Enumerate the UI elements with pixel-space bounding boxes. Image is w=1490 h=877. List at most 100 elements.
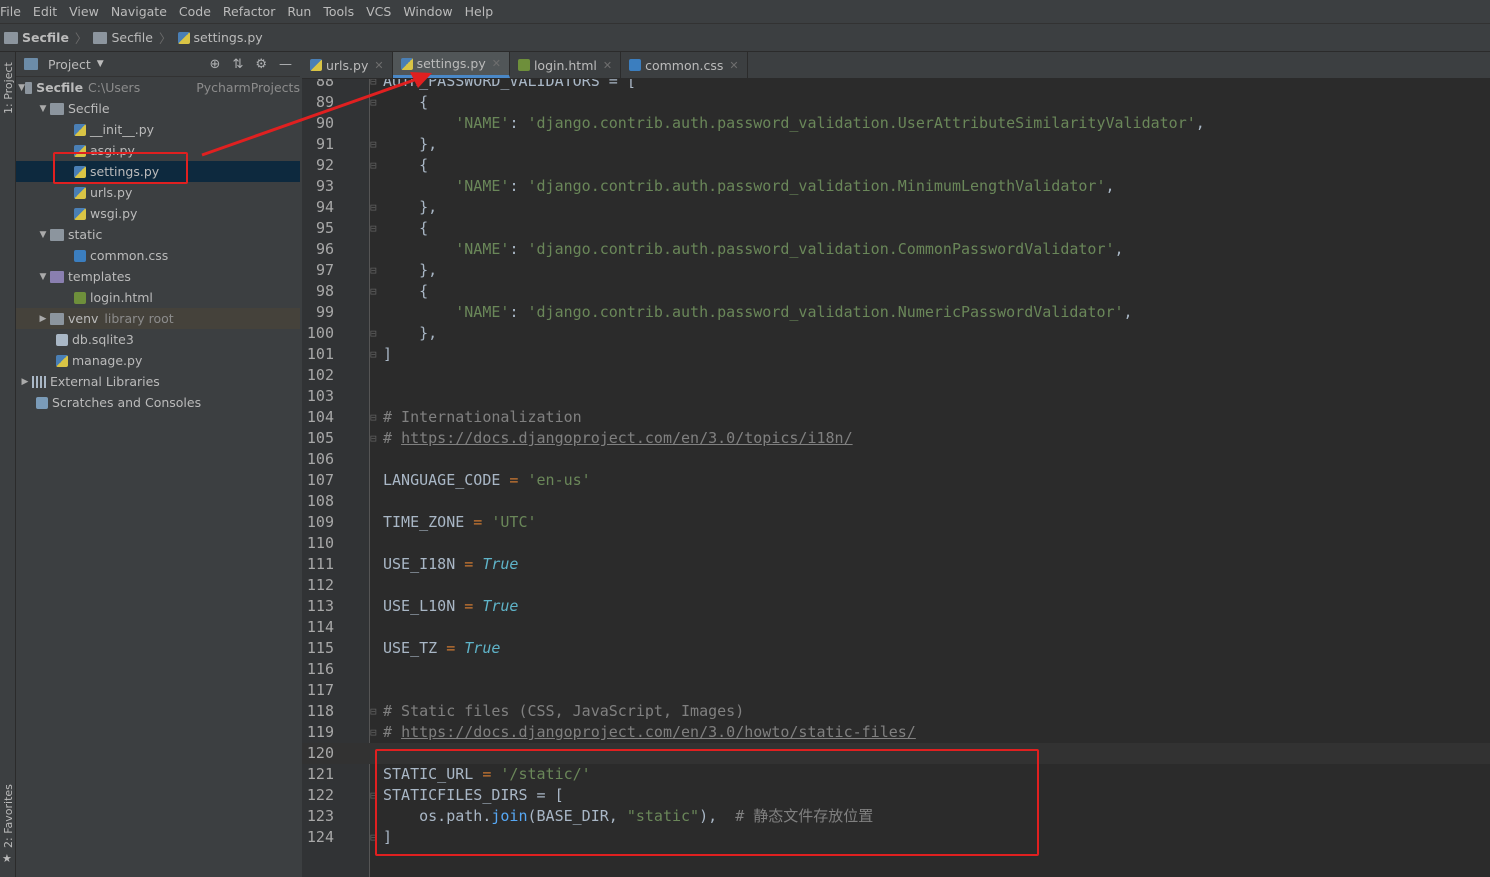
fold-marker-icon[interactable]: ⊟ <box>370 260 377 281</box>
code-line[interactable]: 119 ⊟ # https://docs.djangoproject.com/en/… <box>302 722 1490 743</box>
expand-arrow-icon[interactable]: ▼ <box>18 83 25 93</box>
fold-marker-icon[interactable]: ⊟ <box>370 344 377 365</box>
tab-common-css[interactable]: common.css ✕ <box>621 52 748 78</box>
code-line[interactable]: 100 ⊟ }, <box>302 323 1490 344</box>
tab-urls-py[interactable]: urls.py ✕ <box>302 52 393 78</box>
code-line[interactable]: 103 <box>302 386 1490 407</box>
menu-vcs[interactable]: VCS <box>362 4 395 19</box>
tree-item-static[interactable]: ▼ static <box>16 224 300 245</box>
breadcrumb-package[interactable]: Secfile 〉 <box>93 28 172 47</box>
menu-navigate[interactable]: Navigate <box>107 4 171 19</box>
fold-marker-icon[interactable]: ⊟ <box>370 92 377 113</box>
fold-marker-icon[interactable]: ⊟ <box>370 323 377 344</box>
hide-panel-icon[interactable]: — <box>279 57 292 72</box>
code-line[interactable]: 111 USE_I18N = True <box>302 554 1490 575</box>
tree-item-templates[interactable]: ▼ templates <box>16 266 300 287</box>
close-icon[interactable]: ✕ <box>492 57 501 70</box>
fold-marker-icon[interactable]: ⊟ <box>370 701 377 722</box>
code-line[interactable]: 101 ⊟] <box>302 344 1490 365</box>
gear-icon[interactable]: ⚙ <box>255 57 267 72</box>
code-line[interactable]: 90 'NAME': 'django.contrib.auth.password… <box>302 113 1490 134</box>
project-tool-tab[interactable]: 1: Project <box>0 58 16 118</box>
code-line[interactable]: 110 <box>302 533 1490 554</box>
tab-settings-py[interactable]: settings.py ✕ <box>392 52 510 78</box>
close-icon[interactable]: ✕ <box>729 59 738 72</box>
fold-marker-icon[interactable]: ⊟ <box>370 407 377 428</box>
code-line[interactable]: 107 LANGUAGE_CODE = 'en-us' <box>302 470 1490 491</box>
breadcrumb-file[interactable]: settings.py <box>177 30 263 45</box>
fold-marker-icon[interactable]: ⊟ <box>370 722 377 743</box>
code-line[interactable]: 108 <box>302 491 1490 512</box>
code-line[interactable]: 102 <box>302 365 1490 386</box>
menu-file[interactable]: File <box>0 4 25 19</box>
code-line[interactable]: 89 ⊟ { <box>302 92 1490 113</box>
tree-item-wsgi-py[interactable]: wsgi.py <box>16 203 300 224</box>
code-line[interactable]: 91 ⊟ }, <box>302 134 1490 155</box>
tab-login-html[interactable]: login.html ✕ <box>510 52 622 78</box>
tree-item-scratches[interactable]: Scratches and Consoles <box>16 392 300 413</box>
tree-root[interactable]: ▼ Secfile C:\Users PycharmProjects <box>16 77 300 98</box>
tree-item-external-libraries[interactable]: ▶ External Libraries <box>16 371 300 392</box>
code-token: LANGUAGE_CODE <box>383 471 501 489</box>
expand-arrow-icon[interactable]: ▼ <box>36 104 50 114</box>
code-line[interactable]: 98 ⊟ { <box>302 281 1490 302</box>
collapse-arrow-icon[interactable]: ▶ <box>36 314 50 324</box>
menu-code[interactable]: Code <box>175 4 215 19</box>
menu-window[interactable]: Window <box>399 4 456 19</box>
code-line[interactable]: 117 <box>302 680 1490 701</box>
fold-marker-icon[interactable]: ⊟ <box>370 134 377 155</box>
code-line[interactable]: 93 'NAME': 'django.contrib.auth.password… <box>302 176 1490 197</box>
locate-file-icon[interactable]: ⊕ <box>210 57 221 72</box>
code-line[interactable]: 109 TIME_ZONE = 'UTC' <box>302 512 1490 533</box>
code-line[interactable]: 97 ⊟ }, <box>302 260 1490 281</box>
menu-view[interactable]: View <box>65 4 103 19</box>
code-line[interactable]: 113 USE_L10N = True <box>302 596 1490 617</box>
breadcrumb-project[interactable]: Secfile 〉 <box>4 28 87 47</box>
code-line[interactable]: 115 USE_TZ = True <box>302 638 1490 659</box>
expand-arrow-icon[interactable]: ▼ <box>36 230 50 240</box>
code-line[interactable]: 99 'NAME': 'django.contrib.auth.password… <box>302 302 1490 323</box>
project-view-dropdown[interactable]: Project <box>48 57 91 72</box>
menu-tools[interactable]: Tools <box>319 4 358 19</box>
code-line[interactable]: 118 ⊟ # Static files (CSS, JavaScript, Ima… <box>302 701 1490 722</box>
code-line[interactable]: 114 <box>302 617 1490 638</box>
code-line[interactable]: 106 <box>302 449 1490 470</box>
menu-run[interactable]: Run <box>283 4 315 19</box>
collapse-all-icon[interactable]: ⇅ <box>232 57 243 72</box>
code-token: = <box>500 471 528 489</box>
fold-marker-icon[interactable]: ⊟ <box>370 197 377 218</box>
python-file-icon <box>310 59 322 71</box>
close-icon[interactable]: ✕ <box>374 59 383 72</box>
tree-item-urls-py[interactable]: urls.py <box>16 182 300 203</box>
menu-edit[interactable]: Edit <box>29 4 61 19</box>
fold-marker-icon[interactable]: ⊟ <box>370 428 377 449</box>
fold-marker-icon[interactable]: ⊟ <box>370 281 377 302</box>
tree-item-manage-py[interactable]: manage.py <box>16 350 300 371</box>
collapse-arrow-icon[interactable]: ▶ <box>18 377 32 387</box>
chevron-down-icon[interactable]: ▼ <box>97 59 104 69</box>
expand-arrow-icon[interactable]: ▼ <box>36 272 50 282</box>
tree-item-secfile[interactable]: ▼ Secfile <box>16 98 300 119</box>
tree-item-venv[interactable]: ▶ venv library root <box>16 308 300 329</box>
code-line[interactable]: 94 ⊟ }, <box>302 197 1490 218</box>
fold-marker-icon[interactable]: ⊟ <box>370 218 377 239</box>
menu-help[interactable]: Help <box>461 4 498 19</box>
code-line[interactable]: 95 ⊟ { <box>302 218 1490 239</box>
code-line[interactable]: 104 ⊟ # Internationalization <box>302 407 1490 428</box>
code-line[interactable]: 96 'NAME': 'django.contrib.auth.password… <box>302 239 1490 260</box>
code-line[interactable]: 88 ⊟ AUTH_PASSWORD_VALIDATORS = [ <box>302 79 1490 92</box>
fold-marker-icon[interactable]: ⊟ <box>370 79 377 92</box>
menu-refactor[interactable]: Refactor <box>219 4 279 19</box>
code-line[interactable]: 92 ⊟ { <box>302 155 1490 176</box>
code-line[interactable]: 112 <box>302 575 1490 596</box>
tree-item-db-sqlite3[interactable]: db.sqlite3 <box>16 329 300 350</box>
code-line[interactable]: 116 <box>302 659 1490 680</box>
tree-item-login-html[interactable]: login.html <box>16 287 300 308</box>
tree-item-init-py[interactable]: __init__.py <box>16 119 300 140</box>
code-line[interactable]: 105 ⊟ # https://docs.djangoproject.com/en/… <box>302 428 1490 449</box>
tree-item-common-css[interactable]: common.css <box>16 245 300 266</box>
code-text: }, <box>383 134 437 155</box>
fold-marker-icon[interactable]: ⊟ <box>370 155 377 176</box>
close-icon[interactable]: ✕ <box>603 59 612 72</box>
